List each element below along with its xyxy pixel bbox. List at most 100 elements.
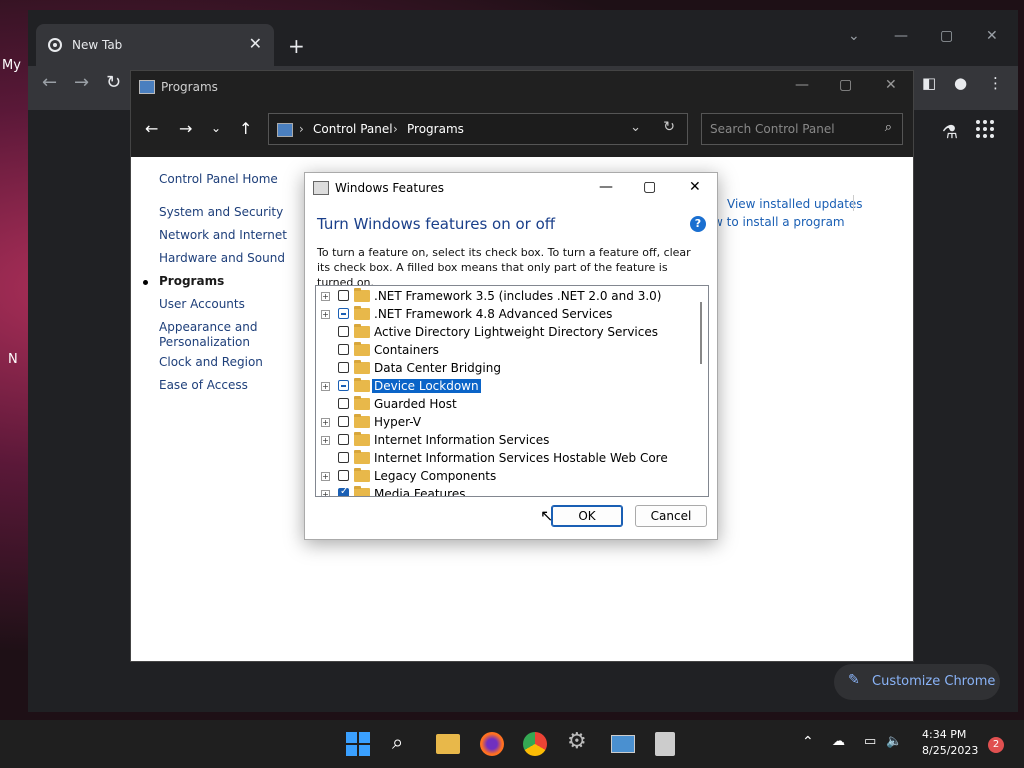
minimize-icon[interactable]: — (894, 28, 908, 44)
expand-plus-icon[interactable]: + (321, 310, 330, 319)
nav-ease-of-access[interactable]: Ease of Access (159, 378, 248, 392)
feature-checkbox[interactable] (338, 290, 349, 301)
nav-clock-region[interactable]: Clock and Region (159, 355, 263, 369)
start-windows-icon[interactable] (346, 732, 370, 756)
file-explorer-icon[interactable] (436, 734, 460, 754)
cp-maximize-icon[interactable]: ▢ (839, 77, 852, 93)
tree-scrollbar[interactable] (700, 302, 702, 364)
onedrive-cloud-icon[interactable]: ☁ (832, 734, 845, 749)
address-refresh-icon[interactable]: ↻ (663, 119, 675, 135)
breadcrumb-programs[interactable]: Programs (407, 122, 464, 136)
reload-icon[interactable]: ↻ (106, 72, 121, 93)
cp-minimize-icon[interactable]: — (795, 77, 809, 93)
settings-gear-icon[interactable]: ⚙ (567, 729, 591, 754)
feature-label: .NET Framework 4.8 Advanced Services (374, 307, 613, 321)
feature-checkbox[interactable] (338, 452, 349, 463)
search-placeholder: Search Control Panel (710, 122, 835, 136)
notification-badge[interactable]: 2 (988, 737, 1004, 753)
forward-icon[interactable]: → (74, 72, 89, 93)
customize-chrome-button[interactable]: ✎ Customize Chrome (834, 664, 1000, 700)
tray-chevron-up-icon[interactable]: ⌃ (802, 734, 814, 750)
cp-back-icon[interactable]: ← (145, 119, 158, 138)
cp-close-icon[interactable]: ✕ (885, 77, 897, 93)
firefox-icon[interactable] (480, 732, 504, 756)
feature-row[interactable]: Containers (316, 342, 696, 360)
control-panel-taskbar-icon[interactable] (611, 735, 635, 753)
view-installed-updates-link[interactable]: View installed updates (727, 197, 863, 211)
feature-row[interactable]: + Hyper-V (316, 414, 696, 432)
clock-time[interactable]: 4:34 PM (922, 728, 966, 741)
feature-row[interactable]: Data Center Bridging (316, 360, 696, 378)
address-dropdown-icon[interactable]: ⌄ (630, 120, 641, 135)
feature-checkbox[interactable] (338, 380, 349, 391)
address-bar[interactable]: › Control Panel › Programs ⌄ ↻ (268, 113, 688, 145)
wf-heading: Turn Windows features on or off (317, 215, 556, 233)
network-icon[interactable]: ▭ (864, 734, 876, 749)
search-icon: ⌕ (884, 120, 892, 135)
expand-plus-icon[interactable]: + (321, 472, 330, 481)
expand-plus-icon[interactable]: + (321, 436, 330, 445)
feature-row[interactable]: + .NET Framework 3.5 (includes .NET 2.0 a… (316, 288, 696, 306)
windows-features-taskbar-icon[interactable] (655, 732, 675, 756)
feature-row[interactable]: Internet Information Services Hostable W… (316, 450, 696, 468)
feature-checkbox[interactable] (338, 486, 349, 496)
wf-minimize-icon[interactable]: — (599, 179, 613, 195)
wf-close-icon[interactable]: ✕ (689, 179, 701, 195)
chrome-taskbar-icon[interactable] (523, 732, 547, 756)
maximize-icon[interactable]: ▢ (940, 28, 953, 44)
expand-plus-icon[interactable]: + (321, 382, 330, 391)
feature-checkbox[interactable] (338, 344, 349, 355)
how-to-install-link[interactable]: w to install a program (713, 215, 845, 229)
side-panel-icon[interactable]: ◧ (922, 74, 936, 92)
nav-personalization[interactable]: Personalization (159, 335, 250, 349)
feature-row[interactable]: Active Directory Lightweight Directory S… (316, 324, 696, 342)
expand-plus-icon[interactable]: + (321, 292, 330, 301)
wf-maximize-icon[interactable]: ▢ (643, 179, 656, 195)
feature-checkbox[interactable] (338, 362, 349, 373)
close-tab-icon[interactable]: ✕ (249, 34, 262, 53)
volume-icon[interactable]: 🔈 (886, 734, 902, 749)
feature-row[interactable]: Guarded Host (316, 396, 696, 414)
chrome-tab[interactable]: New Tab ✕ (36, 24, 274, 66)
close-window-icon[interactable]: ✕ (986, 28, 998, 44)
cp-forward-icon[interactable]: → (179, 119, 192, 138)
feature-checkbox[interactable] (338, 308, 349, 319)
cp-up-icon[interactable]: ↑ (239, 119, 252, 138)
help-icon[interactable]: ? (690, 216, 706, 232)
search-control-panel-input[interactable]: Search Control Panel ⌕ (701, 113, 903, 145)
back-icon[interactable]: ← (42, 72, 57, 93)
feature-tree[interactable]: + .NET Framework 3.5 (includes .NET 2.0 a… (315, 285, 709, 497)
profile-icon[interactable]: ● (954, 74, 967, 92)
expand-plus-icon[interactable]: + (321, 418, 330, 427)
expand-plus-icon[interactable]: + (321, 490, 330, 496)
feature-row[interactable]: + Internet Information Services (316, 432, 696, 450)
feature-checkbox[interactable] (338, 470, 349, 481)
clock-date[interactable]: 8/25/2023 (922, 744, 978, 757)
feature-checkbox[interactable] (338, 326, 349, 337)
nav-hardware-sound[interactable]: Hardware and Sound (159, 251, 285, 265)
apps-grid-icon[interactable] (976, 120, 994, 138)
folder-icon (354, 414, 370, 428)
more-menu-icon[interactable]: ⋮ (988, 74, 1003, 92)
nav-network-internet[interactable]: Network and Internet (159, 228, 287, 242)
nav-system-security[interactable]: System and Security (159, 205, 283, 219)
cancel-button[interactable]: Cancel (635, 505, 707, 527)
nav-appearance[interactable]: Appearance and (159, 320, 257, 334)
feature-checkbox[interactable] (338, 398, 349, 409)
cp-recent-icon[interactable]: ⌄ (211, 121, 221, 135)
feature-row[interactable]: + Device Lockdown (316, 378, 696, 396)
taskbar-search-icon[interactable]: ⌕ (392, 730, 416, 754)
feature-row[interactable]: + .NET Framework 4.8 Advanced Services (316, 306, 696, 324)
tab-search-icon[interactable]: ⌄ (848, 28, 860, 44)
feature-row[interactable]: + Legacy Components (316, 468, 696, 486)
feature-row[interactable]: + Media Features (316, 486, 696, 496)
feature-checkbox[interactable] (338, 416, 349, 427)
feature-label: .NET Framework 3.5 (includes .NET 2.0 an… (374, 289, 662, 303)
new-tab-button[interactable]: + (288, 34, 305, 58)
nav-user-accounts[interactable]: User Accounts (159, 297, 245, 311)
labs-flask-icon[interactable]: ⚗ (942, 122, 958, 143)
feature-checkbox[interactable] (338, 434, 349, 445)
breadcrumb-control-panel[interactable]: Control Panel (313, 122, 393, 136)
ok-button[interactable]: OK (551, 505, 623, 527)
nav-control-panel-home[interactable]: Control Panel Home (159, 172, 278, 186)
